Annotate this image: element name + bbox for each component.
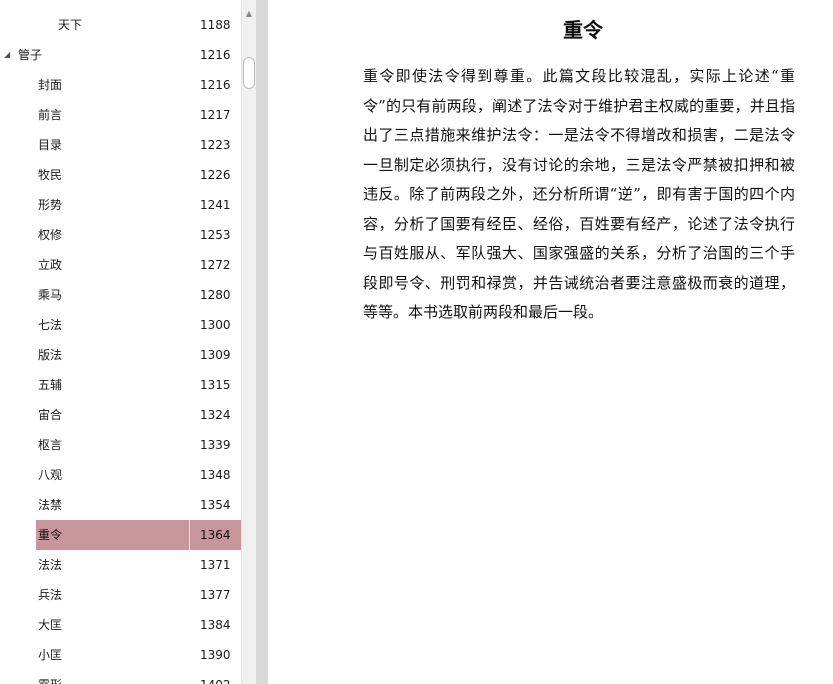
toc-item[interactable]: 版法 1309 — [0, 340, 241, 370]
chevron-up-icon[interactable]: ▲ — [242, 8, 256, 20]
toc-item-label: 法禁 — [38, 498, 63, 512]
toc-item[interactable]: 法禁 1354 — [0, 490, 241, 520]
toc-item-label: 封面 — [38, 78, 63, 92]
toc-panel: 天下 1188 ◢ 管子 1216 封面 1216 前言 1217 目录 1223 牧民 1226 形势 1… — [0, 0, 256, 684]
toc-item-page: 1339 — [200, 438, 231, 452]
toc-item-page: 1377 — [200, 588, 231, 602]
toc-item-page: 1384 — [200, 618, 231, 632]
toc-item-page: 1348 — [200, 468, 231, 482]
toc-item-label: 重令 — [38, 528, 63, 542]
toc-item-label: 兵法 — [38, 588, 63, 602]
toc-item[interactable]: ◢ 管子 1216 — [0, 40, 241, 70]
toc-item-label: 大匡 — [38, 618, 63, 632]
toc-item[interactable]: 牧民 1226 — [0, 160, 241, 190]
toc-item-label: 枢言 — [38, 438, 63, 452]
toc-item[interactable]: 霸形 1402 — [0, 670, 241, 684]
toc-scrollbar[interactable]: ▲ — [241, 0, 256, 684]
toc-item-label: 乘马 — [38, 288, 63, 302]
toc-item-page: 1390 — [200, 648, 231, 662]
pane-splitter[interactable] — [256, 0, 268, 684]
toc-item-page: 1300 — [200, 318, 231, 332]
toc-list: 天下 1188 ◢ 管子 1216 封面 1216 前言 1217 目录 1223 牧民 1226 形势 1… — [0, 10, 241, 684]
toc-item[interactable]: 天下 1188 — [0, 10, 241, 40]
toc-item-label: 管子 — [18, 48, 43, 62]
chapter-title: 重令 — [563, 18, 603, 42]
toc-item-label: 小匡 — [38, 648, 63, 662]
toc-item-label: 天下 — [58, 18, 83, 32]
toc-item[interactable]: 前言 1217 — [0, 100, 241, 130]
toc-item-label: 宙合 — [38, 408, 63, 422]
toc-item-page: 1217 — [200, 108, 231, 122]
selection-divider — [189, 520, 190, 550]
toc-item[interactable]: 立政 1272 — [0, 250, 241, 280]
toc-item-label: 目录 — [38, 138, 63, 152]
toc-item-label: 七法 — [38, 318, 63, 332]
toc-item-page: 1216 — [200, 78, 231, 92]
toc-item-label: 权修 — [38, 228, 63, 242]
toc-item[interactable]: 宙合 1324 — [0, 400, 241, 430]
toc-item-page: 1253 — [200, 228, 231, 242]
toc-item-page: 1309 — [200, 348, 231, 362]
toc-item-page: 1364 — [200, 528, 231, 542]
toc-item-page: 1226 — [200, 168, 231, 182]
toc-item-page: 1188 — [200, 18, 231, 32]
toc-item[interactable]: 八观 1348 — [0, 460, 241, 490]
toc-item-page: 1402 — [200, 670, 231, 684]
toc-item[interactable]: 小匡 1390 — [0, 640, 241, 670]
toc-item-page: 1241 — [200, 198, 231, 212]
toc-item-selected[interactable]: 重令 1364 — [0, 520, 241, 550]
toc-item[interactable]: 权修 1253 — [0, 220, 241, 250]
toc-item-label: 八观 — [38, 468, 63, 482]
toc-item[interactable]: 乘马 1280 — [0, 280, 241, 310]
toc-item[interactable]: 形势 1241 — [0, 190, 241, 220]
toc-item-page: 1371 — [200, 558, 231, 572]
toc-item-label: 前言 — [38, 108, 63, 122]
toc-item-page: 1324 — [200, 408, 231, 422]
toc-item-page: 1354 — [200, 498, 231, 512]
toc-item[interactable]: 七法 1300 — [0, 310, 241, 340]
toc-item[interactable]: 法法 1371 — [0, 550, 241, 580]
toc-item-label: 牧民 — [38, 168, 63, 182]
toc-item-label: 法法 — [38, 558, 63, 572]
expand-triangle-icon[interactable]: ◢ — [4, 40, 10, 70]
toc-item-label: 霸形 — [38, 670, 62, 684]
toc-item[interactable]: 五辅 1315 — [0, 370, 241, 400]
toc-item-label: 版法 — [38, 348, 63, 362]
toc-item[interactable]: 枢言 1339 — [0, 430, 241, 460]
toc-item-label: 立政 — [38, 258, 63, 272]
toc-item-page: 1272 — [200, 258, 231, 272]
toc-item-page: 1216 — [200, 48, 231, 62]
toc-item-page: 1315 — [200, 378, 231, 392]
toc-item-page: 1280 — [200, 288, 231, 302]
scroll-thumb[interactable] — [243, 57, 255, 89]
toc-item[interactable]: 目录 1223 — [0, 130, 241, 160]
toc-item[interactable]: 封面 1216 — [0, 70, 241, 100]
toc-item[interactable]: 兵法 1377 — [0, 580, 241, 610]
toc-item[interactable]: 大匡 1384 — [0, 610, 241, 640]
toc-item-label: 形势 — [38, 198, 63, 212]
toc-item-label: 五辅 — [38, 378, 63, 392]
reading-pane: 重令 重令即使法令得到尊重。此篇文段比较混乱，实际上论述“重令”的只有前两段，阐… — [268, 0, 833, 684]
chapter-text: 重令即使法令得到尊重。此篇文段比较混乱，实际上论述“重令”的只有前两段，阐述了法… — [363, 67, 795, 321]
toc-item-page: 1223 — [200, 138, 231, 152]
